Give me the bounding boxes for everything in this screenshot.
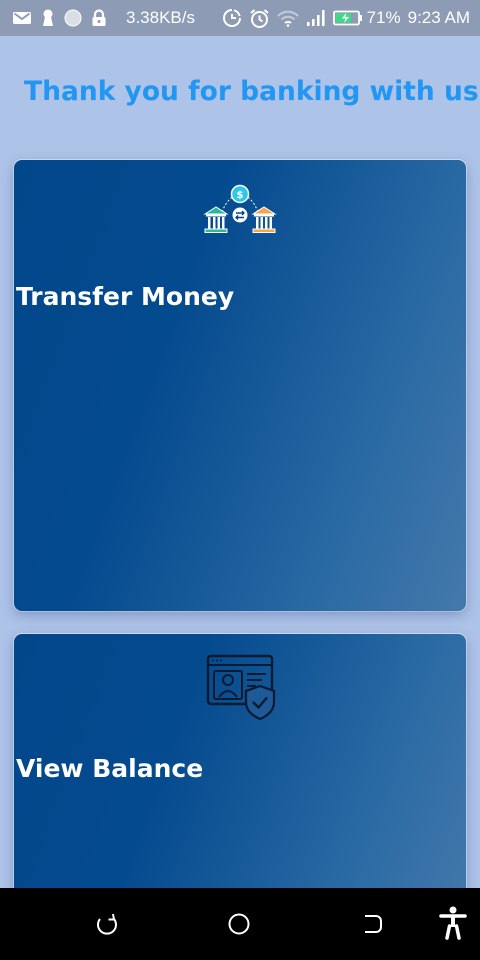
lock-icon <box>91 9 107 27</box>
signal-icon <box>306 9 326 27</box>
clock: 9:23 AM <box>407 8 470 27</box>
network-speed: 3.38KB/s <box>126 8 195 27</box>
svg-text:$: $ <box>237 190 244 201</box>
account-secure-icon <box>200 652 280 724</box>
battery-indicator: 71% <box>332 8 401 28</box>
battery-percent: 71% <box>366 8 401 27</box>
home-icon[interactable] <box>225 910 253 938</box>
accessibility-icon[interactable] <box>438 906 468 940</box>
status-system-icons: 71% 9:23 AM <box>222 8 470 29</box>
view-balance-label: View Balance <box>16 754 204 783</box>
status-notification-icons: 3.38KB/s <box>12 8 195 28</box>
page-title: Thank you for banking with us <box>24 76 479 107</box>
bank-transfer-icon: $ <box>200 182 280 246</box>
status-bar: 3.38KB/s 71% 9:23 AM <box>0 0 480 36</box>
gmail-icon <box>12 10 32 26</box>
circle-icon <box>64 9 82 27</box>
data-saver-icon <box>222 8 242 28</box>
navigation-bar <box>0 888 480 960</box>
alarm-icon <box>249 8 270 29</box>
battery-charging-icon <box>332 10 363 26</box>
keyhole-icon <box>41 9 55 27</box>
transfer-money-label: Transfer Money <box>16 282 235 311</box>
transfer-money-card[interactable]: $ Transfer Money <box>14 160 466 611</box>
wifi-icon <box>276 9 299 27</box>
recent-apps-icon[interactable] <box>93 910 121 938</box>
back-icon[interactable] <box>359 910 387 938</box>
